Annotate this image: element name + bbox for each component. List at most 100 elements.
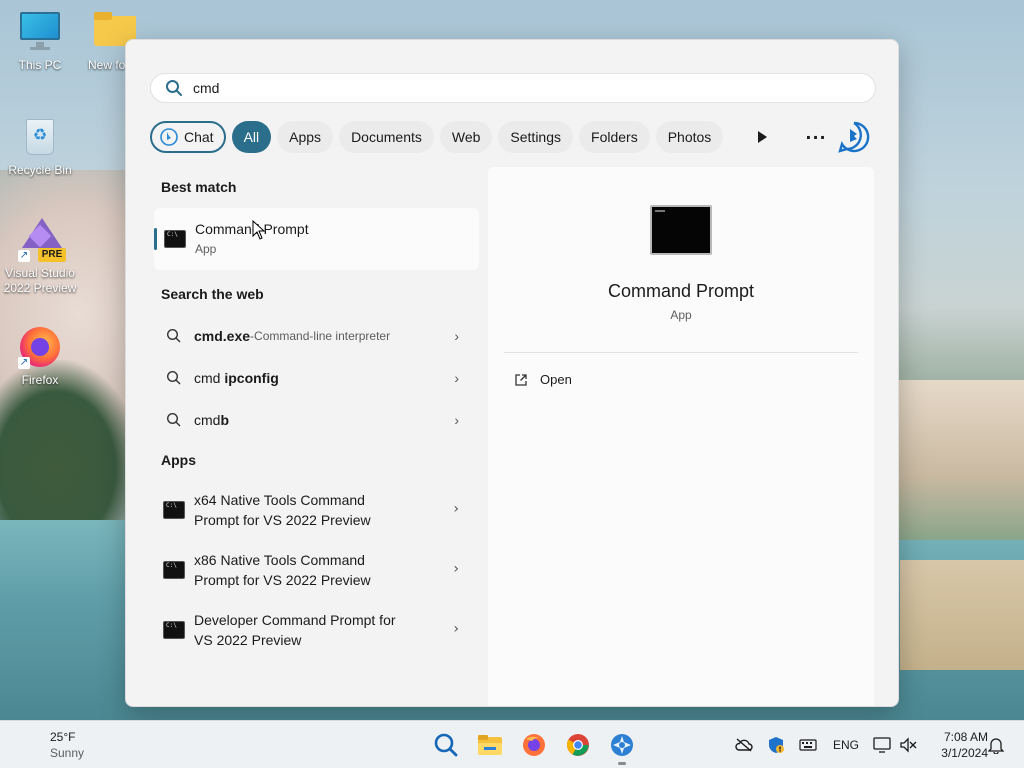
shortcut-arrow-icon: ↗: [18, 357, 30, 369]
volume-status[interactable]: [898, 735, 918, 755]
app-result-line2: VS 2022 Preview: [194, 632, 302, 648]
chevron-right-icon: ›: [453, 621, 459, 637]
clock-time: 7:08 AM: [943, 730, 988, 744]
more-filters-button[interactable]: [746, 121, 778, 153]
preview-divider: [504, 352, 858, 353]
firefox-icon: ↗: [18, 325, 62, 369]
search-input[interactable]: [193, 80, 793, 96]
taskbar-search-button[interactable]: [426, 725, 466, 765]
app-result-x86-tools[interactable]: C:\ x86 Native Tools Command Prompt for V…: [154, 543, 479, 597]
apps-heading: Apps: [161, 452, 196, 468]
tab-chat-label: Chat: [184, 129, 214, 145]
recycle-bin-icon: ♻: [18, 115, 62, 159]
filter-bar: Chat All Apps Documents Web Settings Fol…: [150, 121, 724, 153]
command-prompt-icon: C:\: [164, 230, 186, 248]
firefox-icon: [523, 734, 545, 756]
desktop-icon-label: This PC: [18, 58, 62, 72]
taskbar-chrome[interactable]: [558, 725, 598, 765]
touch-keyboard-button[interactable]: [798, 735, 818, 755]
cloud-offline-icon: [735, 738, 753, 752]
chevron-right-icon: ›: [454, 412, 459, 428]
app-result-developer-prompt[interactable]: C:\ Developer Command Prompt for VS 2022 …: [154, 603, 479, 657]
chevron-right-icon: ›: [453, 501, 459, 517]
open-external-icon: [515, 373, 527, 386]
desktop-icon-label: Visual Studio 2022 Preview: [3, 266, 77, 295]
command-prompt-icon: C:\: [163, 621, 185, 639]
wallpaper-shore: [900, 560, 1024, 670]
chevron-right-icon: ›: [454, 370, 459, 386]
best-match-type: App: [195, 242, 217, 256]
search-box[interactable]: [150, 73, 876, 103]
app-result-line1: x86 Native Tools Command: [194, 552, 365, 568]
play-arrow-icon: [758, 131, 767, 143]
preview-title: Command Prompt: [607, 281, 755, 301]
tab-all[interactable]: All: [231, 121, 272, 153]
visual-studio-icon: PRE ↗: [18, 218, 66, 262]
chrome-icon: [567, 734, 589, 756]
tab-photos[interactable]: Photos: [655, 121, 724, 153]
tab-folders[interactable]: Folders: [579, 121, 650, 153]
taskbar-dev-tool[interactable]: [602, 725, 642, 765]
weather-widget[interactable]: 25°F Sunny: [50, 729, 84, 761]
shield-icon: [769, 737, 784, 753]
search-web-heading: Search the web: [161, 286, 264, 302]
notifications-button[interactable]: [986, 735, 1006, 755]
command-prompt-large-icon: [650, 205, 712, 255]
web-result-main: cmd.exe: [194, 328, 251, 344]
keyboard-icon: [799, 739, 817, 751]
app-result-line1: x64 Native Tools Command: [194, 492, 365, 508]
search-icon: [166, 412, 181, 427]
search-icon: [434, 733, 458, 757]
search-icon: [166, 370, 181, 385]
web-result-cmdb[interactable]: cmd b ›: [154, 408, 479, 432]
tab-web[interactable]: Web: [439, 121, 493, 153]
web-result-prefix: cmd: [194, 412, 221, 428]
weather-condition: Sunny: [50, 746, 85, 760]
monitor-icon: [18, 10, 62, 54]
input-language[interactable]: ENG: [830, 735, 862, 755]
bing-icon: [838, 121, 870, 153]
open-action[interactable]: Open: [514, 372, 572, 387]
command-prompt-icon: C:\: [163, 501, 185, 519]
more-options-icon: ···: [805, 127, 827, 147]
app-result-line2: Prompt for VS 2022 Preview: [194, 512, 371, 528]
best-match-heading: Best match: [161, 179, 237, 195]
weather-temperature: 25°F: [50, 730, 76, 744]
taskbar-file-explorer[interactable]: [470, 725, 510, 765]
best-match-result[interactable]: C:\ Command Prompt App: [154, 208, 479, 270]
web-result-cmd-ipconfig[interactable]: cmd ipconfig ›: [154, 366, 479, 390]
network-status[interactable]: [872, 735, 892, 755]
security-status[interactable]: [766, 735, 786, 755]
desktop-icon-recycle-bin[interactable]: ♻ Recycle Bin: [0, 115, 80, 178]
desktop-icon-this-pc[interactable]: This PC: [0, 10, 80, 73]
bing-button[interactable]: [838, 121, 870, 153]
mouse-cursor-icon: [252, 220, 266, 240]
tab-apps[interactable]: Apps: [277, 121, 334, 153]
desktop-icon-label: Firefox: [21, 373, 59, 387]
search-icon: [166, 80, 182, 96]
taskbar-firefox[interactable]: [514, 725, 554, 765]
preview-pane: Command Prompt App Open: [488, 167, 874, 706]
tab-settings[interactable]: Settings: [498, 121, 574, 153]
chevron-right-icon: ›: [454, 328, 459, 344]
open-action-label: Open: [540, 372, 572, 387]
clock-date: 3/1/2024: [941, 746, 988, 760]
wallpaper-hills: [899, 380, 1024, 540]
web-result-prefix: cmd: [194, 370, 225, 386]
options-button[interactable]: ···: [800, 121, 832, 153]
desktop-icon-firefox[interactable]: ↗ Firefox: [0, 325, 80, 388]
web-result-bold: b: [220, 412, 230, 428]
search-icon: [166, 328, 181, 343]
onedrive-status[interactable]: [734, 735, 754, 755]
selection-indicator: [154, 228, 157, 250]
desktop-icon-visual-studio[interactable]: PRE ↗ Visual Studio 2022 Preview: [0, 218, 80, 296]
volume-muted-icon: [900, 737, 917, 753]
app-result-x64-tools[interactable]: C:\ x64 Native Tools Command Prompt for V…: [154, 483, 479, 537]
app-result-line2: Prompt for VS 2022 Preview: [194, 572, 371, 588]
tab-chat[interactable]: Chat: [150, 121, 226, 153]
tab-documents[interactable]: Documents: [339, 121, 434, 153]
start-search-panel: Chat All Apps Documents Web Settings Fol…: [125, 39, 899, 707]
system-clock[interactable]: 7:08 AM 3/1/2024: [926, 729, 988, 761]
web-result-cmd-exe[interactable]: cmd.exe - Command-line interpreter ›: [154, 324, 479, 348]
bell-icon: [988, 738, 1004, 754]
